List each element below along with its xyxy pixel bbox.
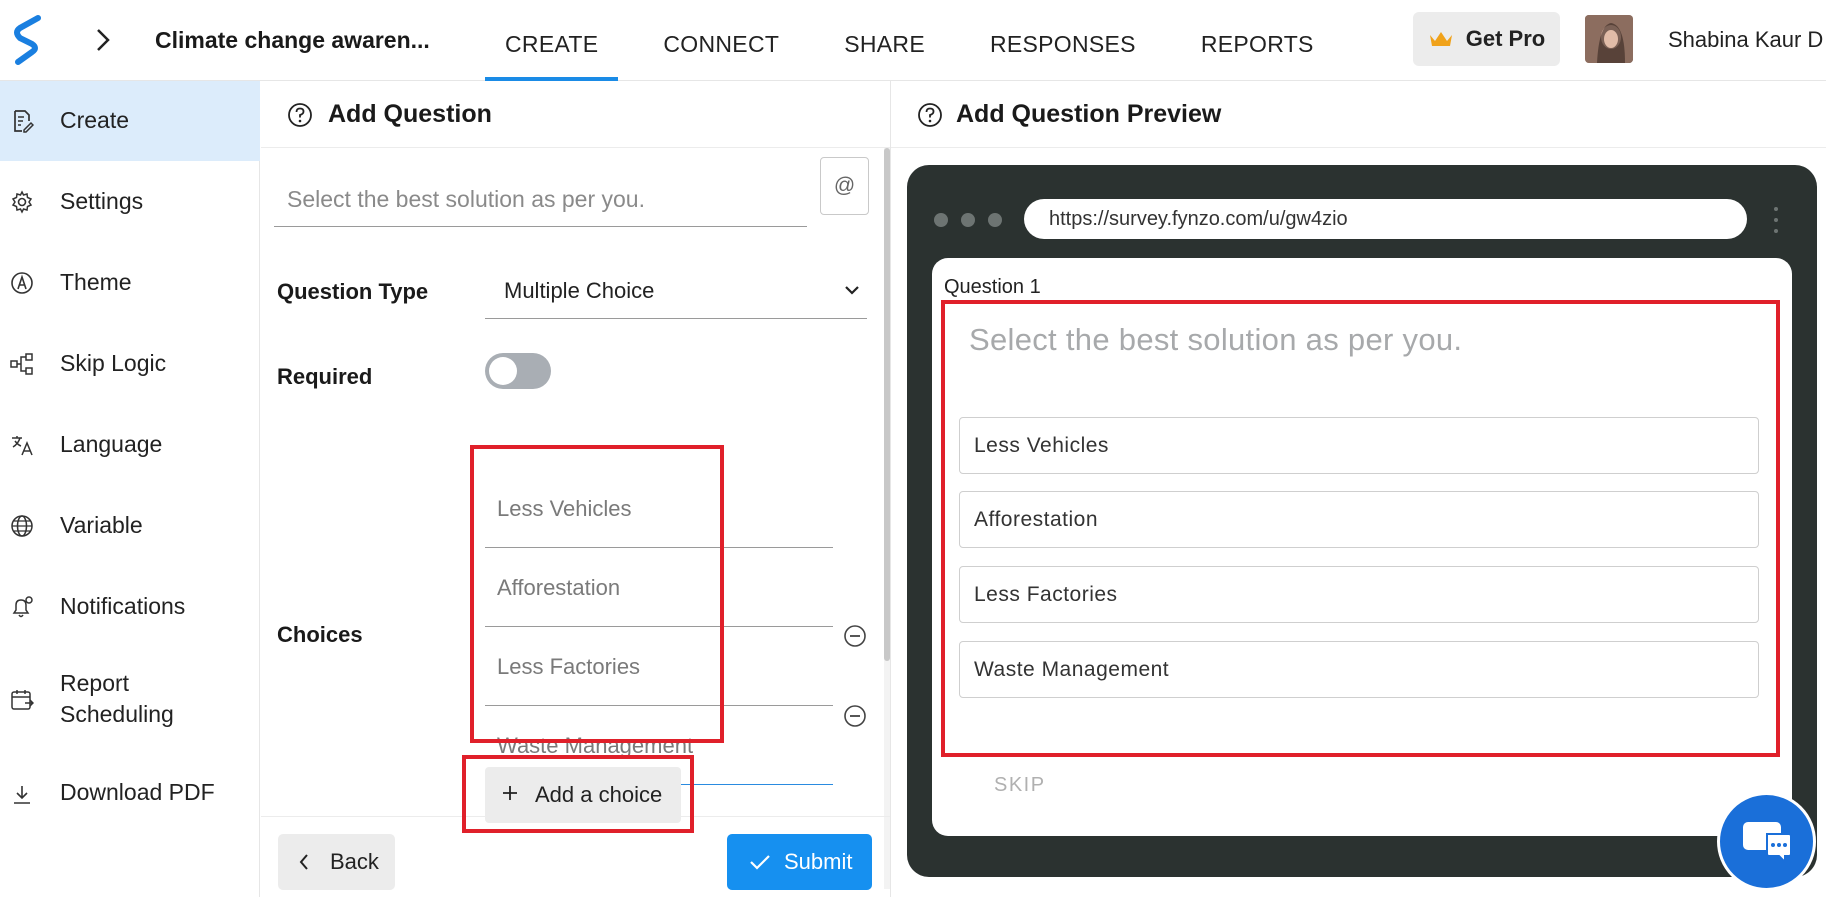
calendar-icon <box>11 690 34 710</box>
app-logo-icon[interactable] <box>12 14 44 66</box>
question-preview-panel: Add Question Preview https://survey.fynz… <box>890 81 1826 897</box>
chat-icon <box>1742 821 1792 864</box>
answer-option[interactable]: Less Factories <box>959 566 1759 623</box>
survey-title[interactable]: Climate change awaren... <box>155 27 430 54</box>
sidebar-item-skip-logic[interactable]: Skip Logic <box>0 324 260 404</box>
get-pro-label: Get Pro <box>1465 26 1546 51</box>
sidebar-item-label: Create <box>60 107 130 133</box>
sidebar-item-label: Variable <box>60 512 143 538</box>
help-icon[interactable] <box>917 102 943 128</box>
panel-header: Add Question <box>261 81 890 148</box>
answer-option[interactable]: Waste Management <box>959 641 1759 698</box>
theme-icon <box>11 272 33 294</box>
back-label: Back <box>330 849 379 874</box>
plus-icon <box>503 786 517 800</box>
question-input[interactable] <box>274 172 807 227</box>
sidebar-item-label: Skip Logic <box>60 350 167 376</box>
required-label: Required <box>277 364 373 389</box>
sidebar-item-label: Download PDF <box>60 779 215 805</box>
sidebar-item-label: Theme <box>60 269 132 295</box>
survey-screen: Question 1 Select the best solution as p… <box>932 258 1792 836</box>
sidebar-item-label: Settings <box>60 188 144 214</box>
question-type-select[interactable]: Multiple Choice <box>485 263 867 319</box>
avatar-photo <box>1585 15 1633 63</box>
mention-button[interactable]: @ <box>820 157 869 215</box>
back-button[interactable]: Back <box>278 834 395 890</box>
toggle-knob <box>489 357 517 385</box>
question-type-label: Question Type <box>277 279 429 304</box>
preview-title: Add Question Preview <box>956 100 1222 128</box>
main-nav: CREATE CONNECT SHARE RESPONSES REPORTS <box>485 0 1334 81</box>
choices-label: Choices <box>277 622 363 647</box>
flow-icon <box>10 353 33 375</box>
sidebar-item-notifications[interactable]: Notifications <box>0 567 260 647</box>
sidebar-item-theme[interactable]: Theme <box>0 243 260 323</box>
sidebar-item-download-pdf[interactable]: Download PDF <box>0 753 260 833</box>
sidebar: Create Settings Theme Skip Logic Languag… <box>0 81 260 897</box>
add-question-panel: Add Question @ Question Type Multiple Ch… <box>261 81 890 897</box>
top-bar: Climate change awaren... CREATE CONNECT … <box>0 0 1826 81</box>
tab-create[interactable]: CREATE <box>485 0 619 81</box>
window-dot <box>961 213 975 227</box>
chevron-down-icon <box>845 286 859 295</box>
bell-icon <box>12 596 33 618</box>
choice-input[interactable]: Less Factories <box>485 628 833 706</box>
panel-title: Add Question <box>328 100 492 128</box>
sidebar-item-settings[interactable]: Settings <box>0 162 260 242</box>
choice-input[interactable]: Less Vehicles <box>485 470 833 548</box>
chat-button[interactable] <box>1717 792 1816 891</box>
remove-choice-icon[interactable] <box>843 624 867 648</box>
tab-responses[interactable]: RESPONSES <box>970 0 1156 81</box>
sidebar-item-label: Report Scheduling <box>60 670 174 727</box>
answer-option[interactable]: Afforestation <box>959 491 1759 548</box>
skip-button[interactable]: SKIP <box>994 774 1046 797</box>
get-pro-button[interactable]: Get Pro <box>1413 12 1560 66</box>
question-type-value: Multiple Choice <box>504 277 655 303</box>
form-edit-icon <box>14 110 34 133</box>
url-bar[interactable]: https://survey.fynzo.com/u/gw4zio <box>1024 199 1747 239</box>
tab-share[interactable]: SHARE <box>824 0 945 81</box>
globe-icon <box>11 515 33 537</box>
help-icon[interactable] <box>287 102 313 128</box>
divider <box>261 816 890 817</box>
device-frame: https://survey.fynzo.com/u/gw4zio Questi… <box>907 165 1817 877</box>
window-dot <box>988 213 1002 227</box>
translate-icon <box>12 436 33 456</box>
avatar[interactable] <box>1585 15 1633 63</box>
remove-choice-icon[interactable] <box>843 704 867 728</box>
sidebar-item-language[interactable]: Language <box>0 405 260 485</box>
add-choice-button[interactable]: Add a choice <box>485 767 681 823</box>
sidebar-item-label: Language <box>60 431 163 457</box>
chevron-left-icon <box>299 854 308 870</box>
tab-reports[interactable]: REPORTS <box>1181 0 1334 81</box>
answer-option[interactable]: Less Vehicles <box>959 417 1759 474</box>
user-name[interactable]: Shabina Kaur D <box>1668 27 1823 53</box>
sidebar-item-report-scheduling[interactable]: Report Scheduling <box>0 648 260 752</box>
required-toggle[interactable] <box>485 353 551 389</box>
question-number: Question 1 <box>944 276 1041 298</box>
tab-connect[interactable]: CONNECT <box>643 0 799 81</box>
download-icon <box>14 786 30 804</box>
more-vertical-icon[interactable] <box>1773 205 1779 235</box>
window-dot <box>934 213 948 227</box>
gear-icon <box>11 190 33 214</box>
sidebar-item-create[interactable]: Create <box>0 81 260 161</box>
submit-button[interactable]: Submit <box>727 834 872 890</box>
chevron-right-icon[interactable] <box>92 26 114 54</box>
crown-icon <box>1429 32 1452 46</box>
sidebar-item-label: Notifications <box>60 593 186 619</box>
preview-header: Add Question Preview <box>891 81 1826 148</box>
check-icon <box>750 855 770 870</box>
sidebar-item-variable[interactable]: Variable <box>0 486 260 566</box>
submit-label: Submit <box>784 849 853 874</box>
question-text: Select the best solution as per you. <box>969 322 1463 357</box>
choice-input[interactable]: Afforestation <box>485 549 833 627</box>
add-choice-label: Add a choice <box>535 782 663 807</box>
